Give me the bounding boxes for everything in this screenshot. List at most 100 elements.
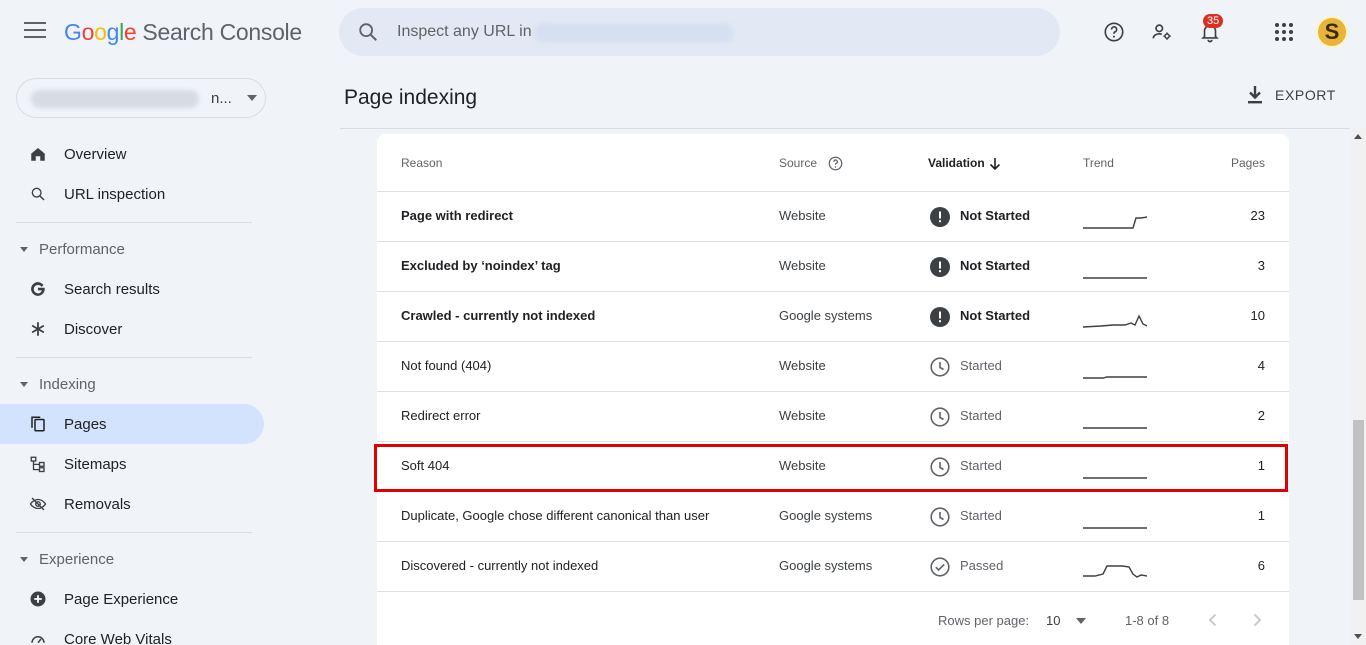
url-inspection-search[interactable] (339, 8, 1060, 56)
reason-cell: Discovered - currently not indexed (401, 558, 599, 573)
clock-icon (930, 457, 950, 477)
table-row[interactable]: Redirect error Website Started 2 (377, 392, 1289, 442)
help-icon[interactable] (828, 156, 843, 171)
sidebar-section-indexing[interactable]: Indexing (20, 369, 96, 399)
trend-sparkline (1083, 477, 1147, 479)
pages-cell: 10 (1250, 308, 1265, 323)
sitemap-icon (28, 454, 48, 474)
validation-cell: Started (960, 358, 1002, 373)
sidebar-section-label: Performance (39, 240, 125, 258)
table-row[interactable]: Duplicate, Google chose different canoni… (377, 492, 1289, 542)
chevron-right-icon[interactable] (1247, 610, 1267, 630)
settings-user-icon[interactable] (1146, 16, 1178, 48)
property-selector[interactable]: n... (16, 78, 266, 118)
table-pagination: Rows per page: 10 1-8 of 8 (377, 604, 1289, 644)
clock-icon (930, 357, 950, 377)
validation-cell: Passed (960, 558, 1004, 573)
sidebar-section-experience[interactable]: Experience (20, 544, 114, 574)
sidebar-item-label: Search results (64, 280, 160, 298)
menu-icon[interactable] (24, 22, 46, 42)
validation-cell: Not Started (960, 258, 1031, 273)
table-row[interactable]: Excluded by ‘noindex’ tag Website Not St… (377, 242, 1289, 292)
scroll-down-arrow-icon[interactable] (1354, 634, 1362, 639)
pages-cell: 1 (1257, 508, 1265, 523)
validation-cell: Not Started (960, 308, 1031, 323)
sidebar-item-label: Removals (64, 495, 131, 513)
column-header-source[interactable]: Source (779, 156, 817, 170)
pages-cell: 3 (1257, 258, 1265, 273)
reason-cell: Duplicate, Google chose different canoni… (401, 508, 710, 523)
scrollbar-thumb[interactable] (1353, 420, 1364, 600)
sidebar-item-overview[interactable]: Overview (0, 134, 264, 174)
search-icon (359, 23, 377, 41)
sidebar-item-url-inspection[interactable]: URL inspection (0, 174, 264, 214)
account-avatar[interactable]: S (1316, 16, 1348, 48)
source-cell: Google systems (779, 558, 873, 573)
collapse-arrow-icon (20, 246, 28, 252)
header-divider (340, 128, 1350, 129)
home-icon (28, 144, 48, 164)
reason-cell: Redirect error (401, 408, 481, 423)
trend-sparkline (1083, 427, 1147, 429)
column-header-pages[interactable]: Pages (1231, 156, 1265, 170)
page-title: Page indexing (344, 86, 478, 109)
pages-cell: 1 (1257, 458, 1265, 473)
sidebar-item-discover[interactable]: Discover (0, 309, 264, 349)
dropdown-arrow-icon[interactable] (1076, 618, 1086, 624)
logo-letter: o (81, 19, 95, 45)
export-label: EXPORT (1275, 87, 1336, 103)
sidebar-item-label: Discover (64, 320, 123, 338)
sidebar-divider (16, 532, 252, 533)
table-header: Reason Source Validation Trend Pages (377, 134, 1289, 192)
trend-sparkline (1083, 565, 1147, 578)
search-input[interactable] (397, 8, 537, 56)
sidebar-item-removals[interactable]: Removals (0, 484, 264, 524)
sidebar-item-page-experience[interactable]: Page Experience (0, 579, 264, 619)
table-row[interactable]: Soft 404 Website Started 1 (377, 442, 1289, 492)
export-button[interactable]: EXPORT (1245, 84, 1336, 106)
sidebar-item-core-web-vitals[interactable]: Core Web Vitals (0, 619, 264, 645)
trend-sparkline (1083, 527, 1147, 529)
apps-grid-icon[interactable] (1268, 16, 1300, 48)
collapse-arrow-icon (20, 381, 28, 387)
table-row[interactable]: Page with redirect Website Not Started 2… (377, 192, 1289, 242)
search-icon (28, 184, 48, 204)
column-header-validation[interactable]: Validation (928, 156, 985, 170)
reason-cell: Page with redirect (401, 208, 513, 223)
rows-per-page-select[interactable]: 10 (1046, 613, 1060, 628)
scroll-up-arrow-icon[interactable] (1354, 134, 1362, 139)
pagination-range: 1-8 of 8 (1125, 613, 1170, 628)
source-cell: Website (779, 258, 826, 273)
help-icon[interactable] (1098, 16, 1130, 48)
clock-icon (930, 507, 950, 527)
sidebar-section-label: Experience (39, 550, 115, 568)
eye-off-icon (28, 494, 48, 514)
google-g-icon (28, 279, 48, 299)
sidebar-item-search-results[interactable]: Search results (0, 269, 264, 309)
table-row[interactable]: Discovered - currently not indexed Googl… (377, 542, 1289, 592)
chevron-left-icon[interactable] (1203, 610, 1223, 630)
pages-cell: 2 (1257, 408, 1265, 423)
asterisk-icon (28, 319, 48, 339)
gauge-icon (28, 629, 48, 645)
sidebar-item-sitemaps[interactable]: Sitemaps (0, 444, 264, 484)
table-row[interactable]: Not found (404) Website Started 4 (377, 342, 1289, 392)
sidebar-section-performance[interactable]: Performance (20, 234, 125, 264)
alert-icon (930, 307, 950, 327)
app-logo[interactable]: Google Search Console (64, 19, 302, 46)
trend-sparkline (1083, 314, 1147, 328)
scrollbar[interactable] (1351, 128, 1366, 645)
sort-descending-icon[interactable] (989, 157, 1001, 171)
column-header-reason[interactable]: Reason (401, 156, 442, 170)
trend-sparkline (1083, 376, 1147, 379)
plus-circle-icon (28, 589, 48, 609)
dropdown-arrow-icon (247, 95, 257, 101)
sidebar-item-label: Sitemaps (64, 455, 127, 473)
source-cell: Google systems (779, 308, 873, 323)
table-row[interactable]: Crawled - currently not indexed Google s… (377, 292, 1289, 342)
column-header-trend: Trend (1083, 156, 1114, 170)
reason-cell: Soft 404 (401, 458, 450, 473)
clock-icon (930, 407, 950, 427)
redacted-property-name (31, 90, 199, 108)
sidebar-item-pages[interactable]: Pages (0, 404, 264, 444)
